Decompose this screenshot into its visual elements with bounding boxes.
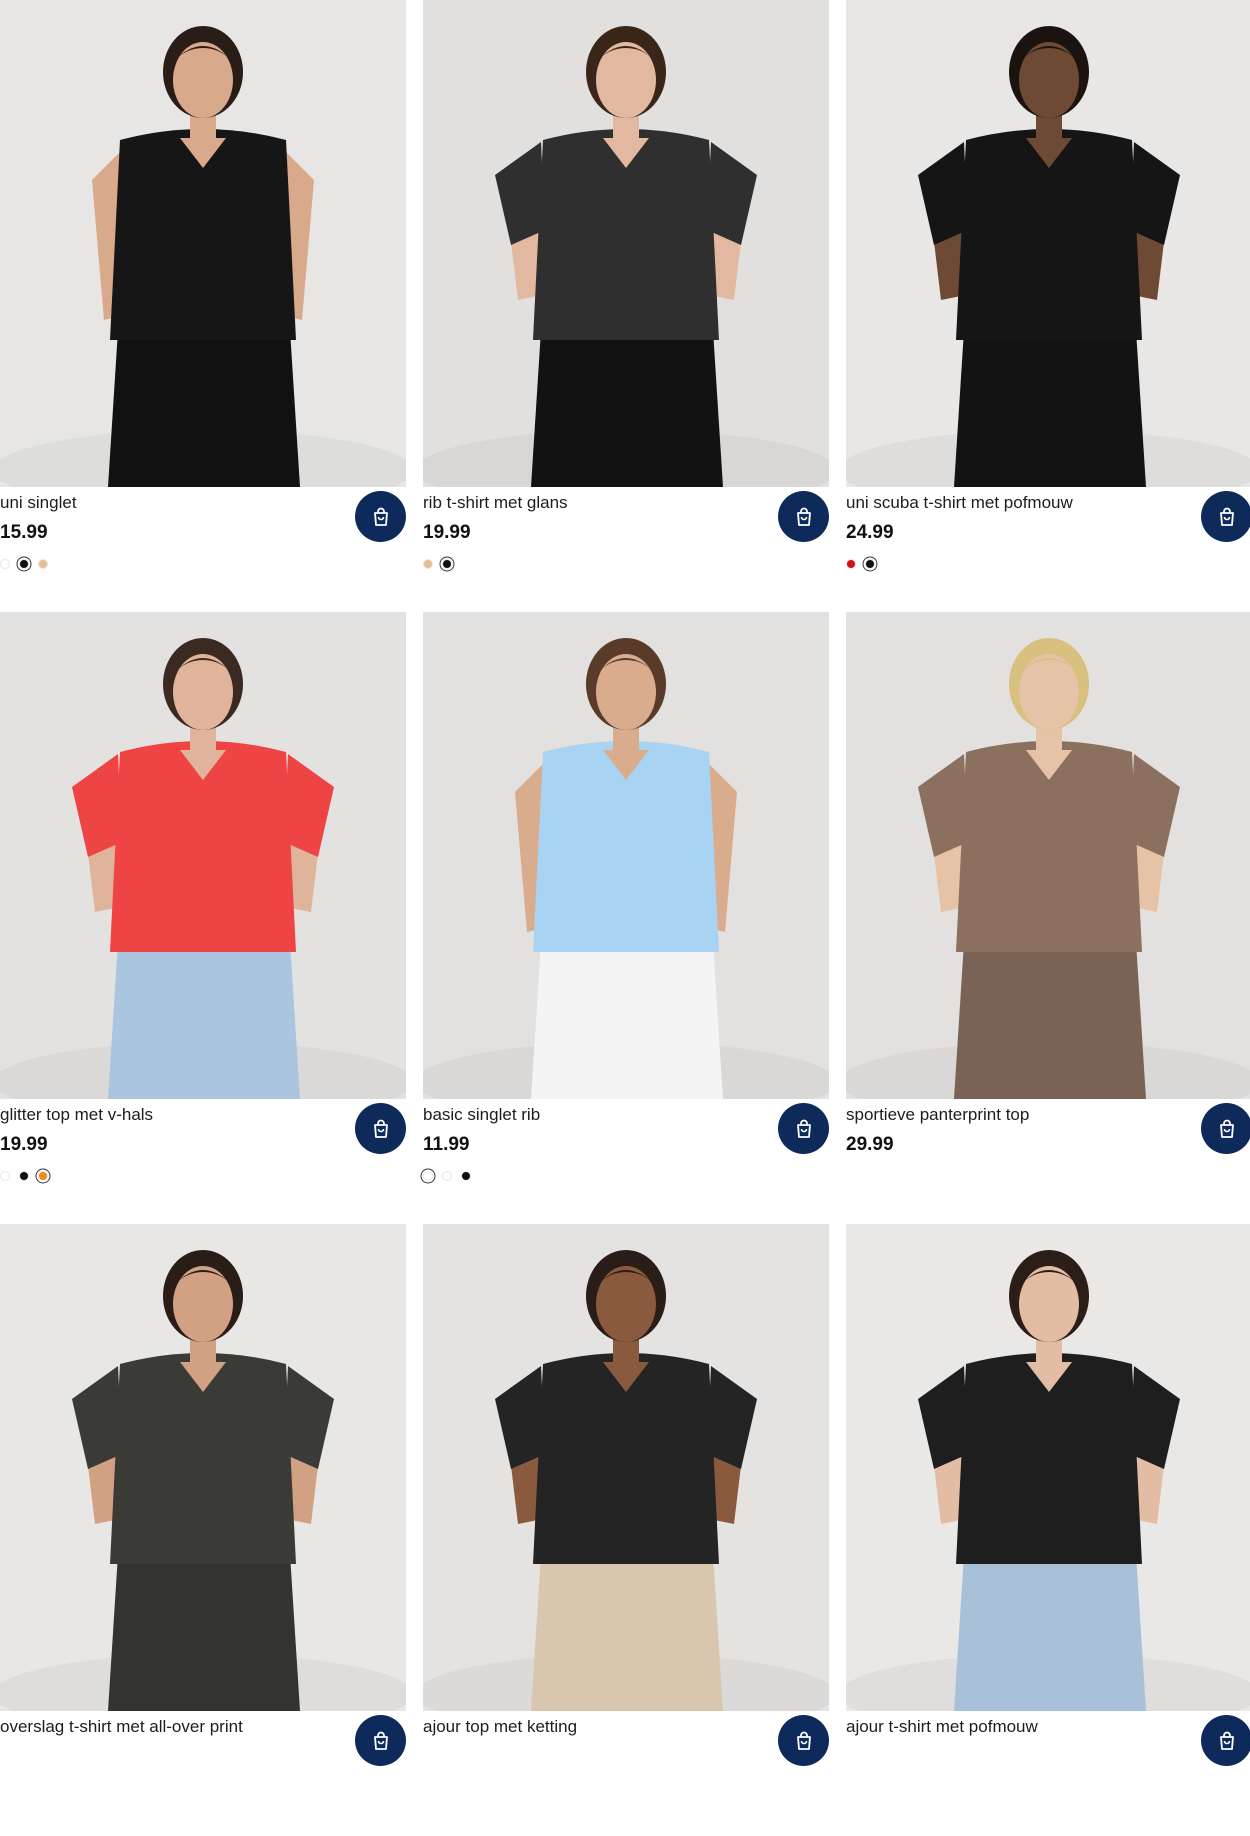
- product-name[interactable]: uni singlet: [0, 493, 340, 513]
- color-swatch[interactable]: [846, 559, 856, 569]
- product-price: 29.99: [846, 1134, 894, 1155]
- product-image[interactable]: [0, 612, 406, 1099]
- color-swatches: [0, 1169, 57, 1183]
- product-image[interactable]: [423, 1224, 829, 1711]
- product-card[interactable]: ajour top met ketting: [423, 1224, 829, 1836]
- product-image[interactable]: [846, 612, 1250, 1099]
- color-swatch[interactable]: [423, 559, 433, 569]
- product-name[interactable]: rib t-shirt met glans: [423, 493, 763, 513]
- product-image[interactable]: [846, 1224, 1250, 1711]
- product-price: 19.99: [0, 1134, 48, 1155]
- model-photo: [423, 0, 829, 487]
- cart-icon: [1219, 507, 1234, 526]
- add-to-cart-button[interactable]: [778, 491, 829, 542]
- model-photo: [423, 1224, 829, 1711]
- color-swatch[interactable]: [19, 559, 29, 569]
- product-name[interactable]: ajour top met ketting: [423, 1717, 763, 1737]
- color-swatches: [846, 557, 884, 571]
- product-card[interactable]: sportieve panterprint top 29.99: [846, 612, 1250, 1224]
- color-swatches: [0, 557, 57, 571]
- color-swatch[interactable]: [19, 1171, 29, 1181]
- color-swatch[interactable]: [442, 559, 452, 569]
- product-price: 19.99: [423, 522, 471, 543]
- add-to-cart-button[interactable]: [1201, 491, 1250, 542]
- add-to-cart-button[interactable]: [1201, 1103, 1250, 1154]
- color-swatch[interactable]: [461, 1171, 471, 1181]
- model-photo: [0, 612, 406, 1099]
- product-name[interactable]: basic singlet rib: [423, 1105, 763, 1125]
- product-image[interactable]: [0, 1224, 406, 1711]
- cart-icon: [1219, 1731, 1234, 1750]
- add-to-cart-button[interactable]: [778, 1103, 829, 1154]
- product-image[interactable]: [0, 0, 406, 487]
- cart-icon: [1219, 1119, 1234, 1138]
- product-card[interactable]: glitter top met v-hals 19.99: [0, 612, 406, 1224]
- color-swatch[interactable]: [38, 559, 48, 569]
- product-price: 24.99: [846, 522, 894, 543]
- color-swatch[interactable]: [442, 1171, 452, 1181]
- product-card[interactable]: rib t-shirt met glans 19.99: [423, 0, 829, 612]
- color-swatches: [423, 1169, 480, 1183]
- model-photo: [0, 1224, 406, 1711]
- color-swatch[interactable]: [38, 1171, 48, 1181]
- product-image[interactable]: [423, 612, 829, 1099]
- model-photo: [846, 612, 1250, 1099]
- model-photo: [846, 0, 1250, 487]
- product-card[interactable]: uni scuba t-shirt met pofmouw 24.99: [846, 0, 1250, 612]
- cart-icon: [373, 507, 388, 526]
- add-to-cart-button[interactable]: [1201, 1715, 1250, 1766]
- product-grid: uni singlet 15.99 rib t-shirt met glans …: [0, 0, 1250, 1766]
- product-card[interactable]: ajour t-shirt met pofmouw: [846, 1224, 1250, 1836]
- color-swatches: [423, 557, 461, 571]
- product-image[interactable]: [846, 0, 1250, 487]
- color-swatch[interactable]: [0, 559, 10, 569]
- add-to-cart-button[interactable]: [355, 1715, 406, 1766]
- cart-icon: [796, 1731, 811, 1750]
- product-name[interactable]: ajour t-shirt met pofmouw: [846, 1717, 1186, 1737]
- product-card[interactable]: uni singlet 15.99: [0, 0, 406, 612]
- product-name[interactable]: uni scuba t-shirt met pofmouw: [846, 493, 1186, 513]
- color-swatch[interactable]: [865, 559, 875, 569]
- model-photo: [0, 0, 406, 487]
- product-name[interactable]: glitter top met v-hals: [0, 1105, 340, 1125]
- cart-icon: [796, 1119, 811, 1138]
- model-photo: [423, 612, 829, 1099]
- add-to-cart-button[interactable]: [355, 1103, 406, 1154]
- cart-icon: [796, 507, 811, 526]
- product-name[interactable]: sportieve panterprint top: [846, 1105, 1186, 1125]
- add-to-cart-button[interactable]: [355, 491, 406, 542]
- product-card[interactable]: overslag t-shirt met all-over print: [0, 1224, 406, 1836]
- cart-icon: [373, 1731, 388, 1750]
- model-photo: [846, 1224, 1250, 1711]
- product-price: 15.99: [0, 522, 48, 543]
- product-name[interactable]: overslag t-shirt met all-over print: [0, 1717, 340, 1737]
- color-swatch[interactable]: [423, 1171, 433, 1181]
- add-to-cart-button[interactable]: [778, 1715, 829, 1766]
- product-image[interactable]: [423, 0, 829, 487]
- cart-icon: [373, 1119, 388, 1138]
- product-price: 11.99: [423, 1134, 470, 1155]
- color-swatch[interactable]: [0, 1171, 10, 1181]
- product-card[interactable]: basic singlet rib 11.99: [423, 612, 829, 1224]
